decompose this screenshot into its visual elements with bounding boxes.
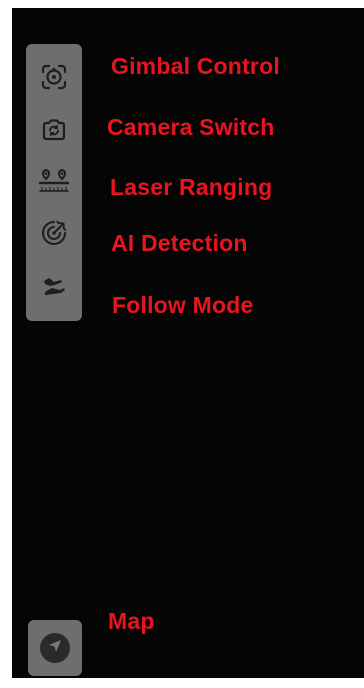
ai-detection-icon [40, 219, 68, 247]
follow-mode-label: Follow Mode [112, 292, 254, 318]
ai-detection-label: AI Detection [111, 230, 248, 256]
follow-mode-icon [40, 273, 68, 301]
laser-ranging-label: Laser Ranging [110, 174, 273, 200]
map-button[interactable] [28, 620, 82, 676]
gimbal-control-button[interactable] [26, 52, 82, 102]
ai-detection-button[interactable] [26, 208, 82, 258]
laser-ranging-button[interactable] [26, 156, 82, 206]
camera-switch-icon [40, 116, 68, 144]
gimbal-control-label: Gimbal Control [111, 53, 280, 79]
side-toolbar [26, 44, 82, 321]
camera-switch-label: Camera Switch [107, 114, 275, 140]
screen: Gimbal Control Camera Switch Laser Rangi… [0, 0, 364, 688]
map-label: Map [108, 608, 155, 634]
gimbal-control-icon [40, 63, 68, 91]
map-button-circle [40, 633, 70, 663]
camera-switch-button[interactable] [26, 105, 82, 155]
laser-ranging-icon [37, 167, 71, 195]
send-arrow-icon [47, 638, 63, 659]
follow-mode-button[interactable] [26, 262, 82, 312]
